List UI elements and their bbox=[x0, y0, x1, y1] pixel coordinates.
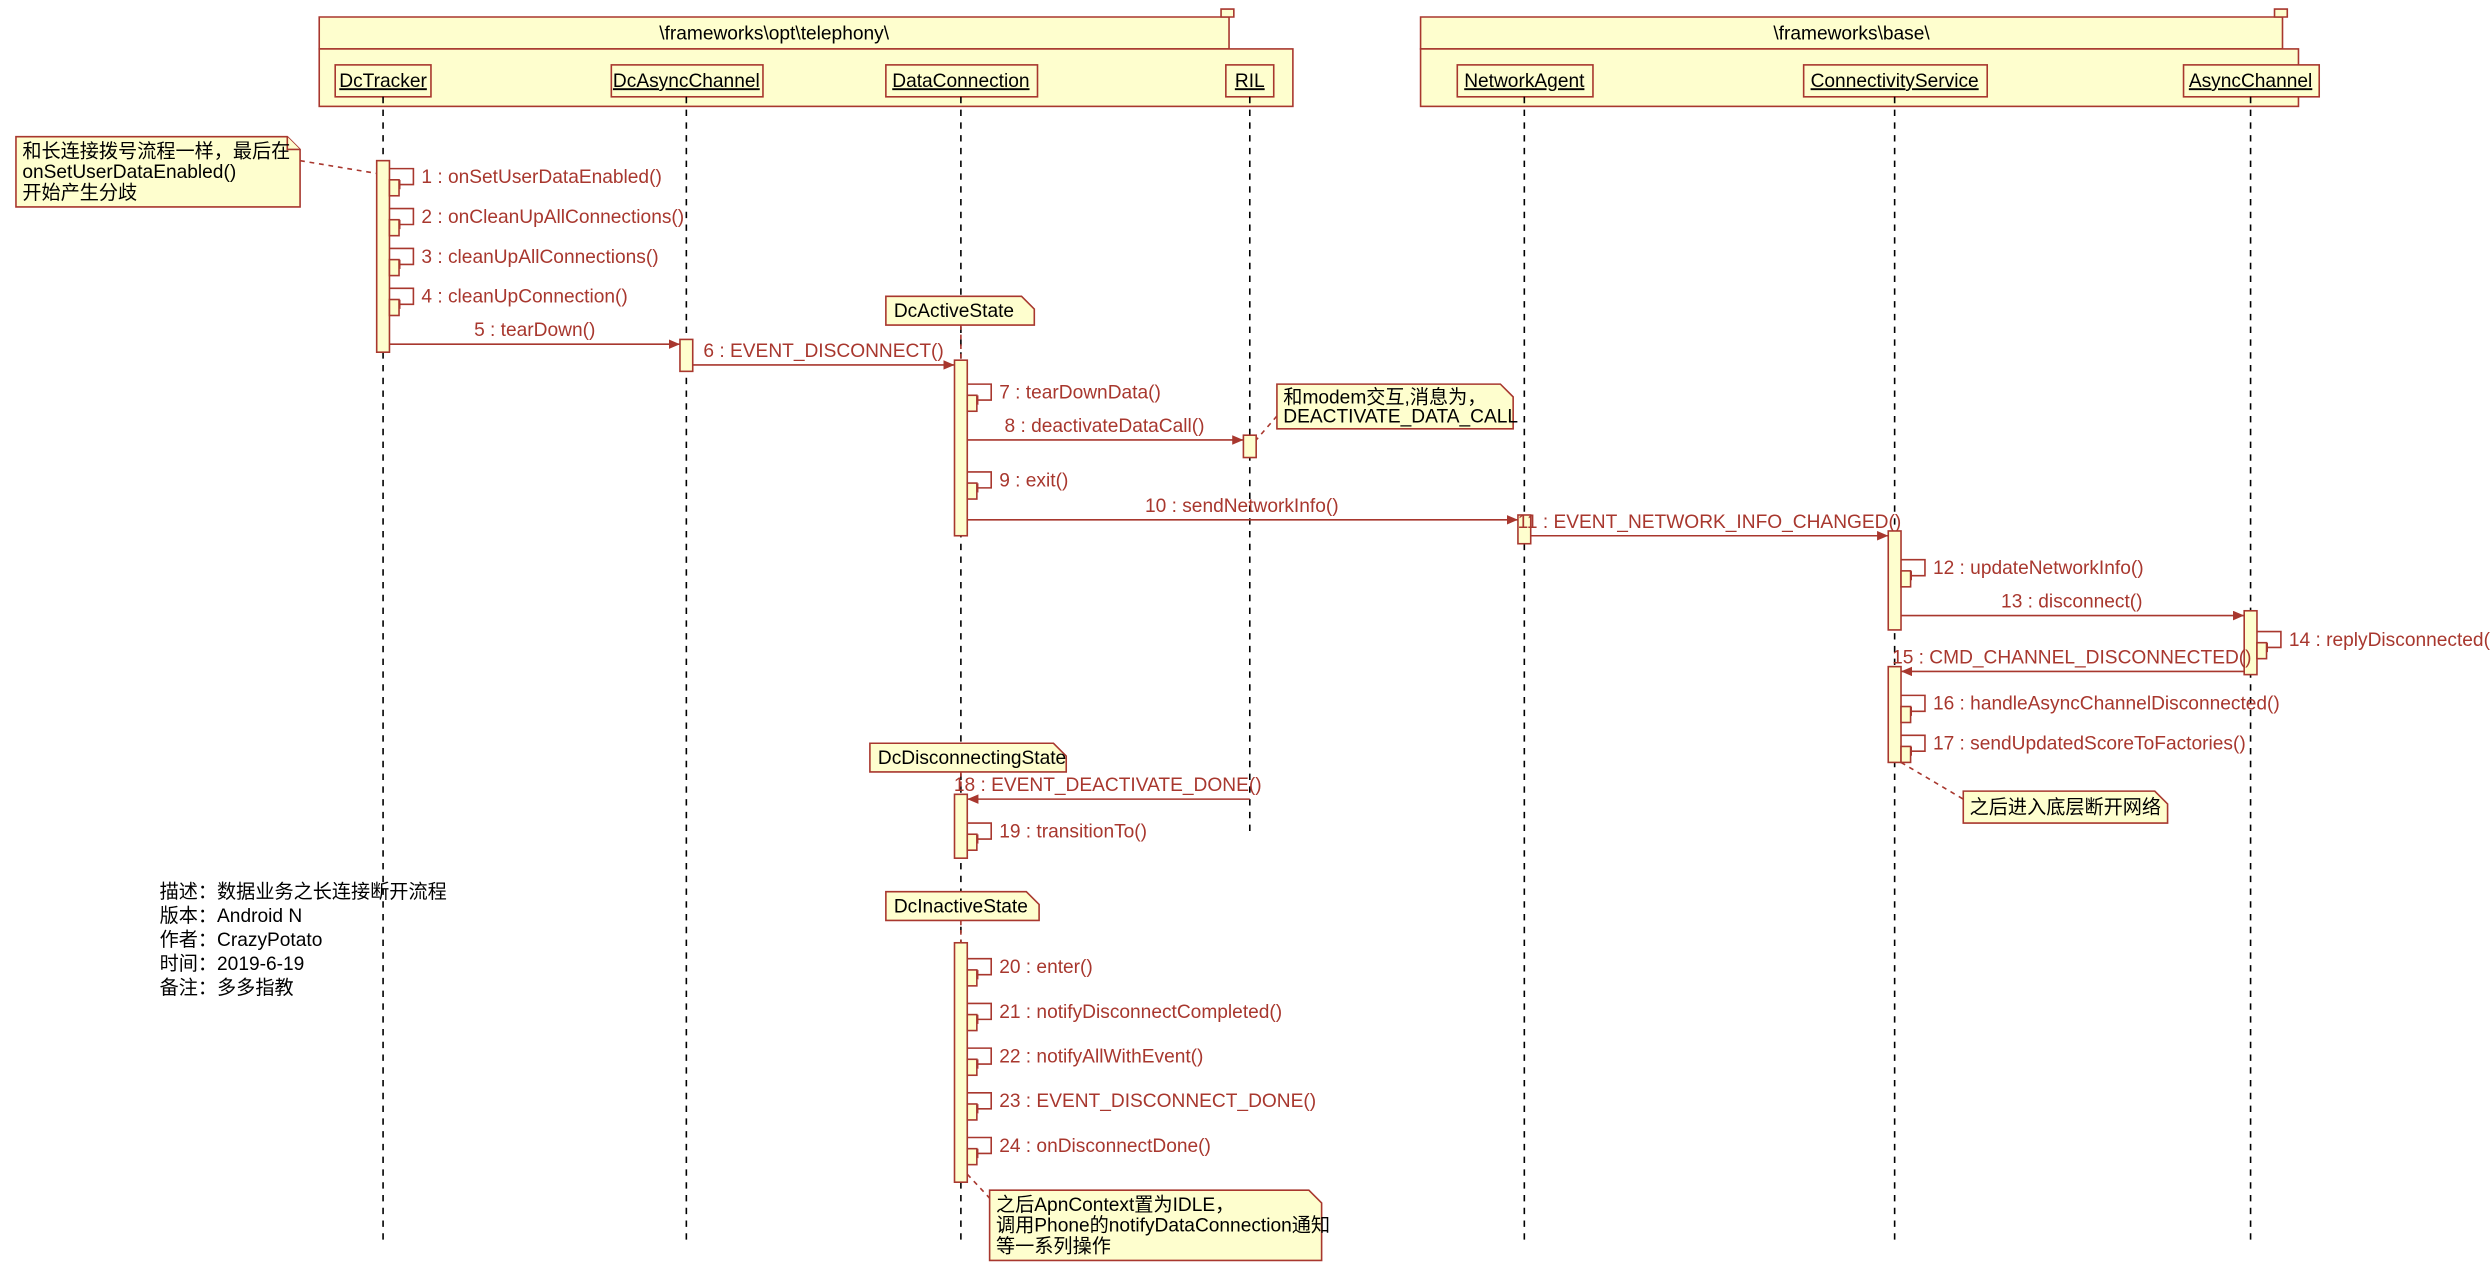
meta-line5: 备注：多多指教 bbox=[160, 977, 294, 999]
msg-9-label: 9 : exit() bbox=[999, 470, 1068, 491]
note-4-line3: 等一系列操作 bbox=[996, 1235, 1111, 1257]
msg-11-label: 11 : EVENT_NETWORK_INFO_CHANGED() bbox=[1518, 512, 1902, 533]
msg-11: 11 : EVENT_NETWORK_INFO_CHANGED() bbox=[1518, 512, 1902, 630]
msg-7-label: 7 : tearDownData() bbox=[999, 382, 1161, 403]
note-3-text: 之后进入底层断开网络 bbox=[1970, 796, 2161, 818]
msg-20: 20 : enter() bbox=[967, 957, 1093, 986]
state-dcdisconnectingstate-label: DcDisconnectingState bbox=[878, 748, 1066, 769]
msg-5: 5 : tearDown() bbox=[389, 320, 692, 371]
note-4-line2: 调用Phone的notifyDataConnection通知 bbox=[996, 1215, 1330, 1237]
state-dcinactivestate-label: DcInactiveState bbox=[894, 896, 1028, 917]
msg-18-label: 18 : EVENT_DEACTIVATE_DONE() bbox=[954, 775, 1262, 796]
lifeline-label-dcasyncchannel: DcAsyncChannel bbox=[613, 71, 760, 92]
msg-13-label: 13 : disconnect() bbox=[2001, 592, 2143, 613]
package-telephony: \frameworks\opt\telephony\ bbox=[319, 9, 1293, 106]
msg-8: 8 : deactivateDataCall() bbox=[967, 416, 1256, 458]
msg-4: 4 : cleanUpConnection() bbox=[389, 287, 627, 316]
lifeline-label-asyncchannel: AsyncChannel bbox=[2189, 71, 2312, 92]
lifeline-label-ril: RIL bbox=[1235, 71, 1265, 92]
activation-dctracker bbox=[377, 161, 390, 353]
lifeline-label-dctracker: DcTracker bbox=[339, 71, 427, 92]
msg-7: 7 : tearDownData() bbox=[967, 382, 1161, 411]
meta-line4: 时间：2019-6-19 bbox=[160, 953, 305, 975]
msg-17: 17 : sendUpdatedScoreToFactories() bbox=[1901, 734, 2246, 763]
note-4: 之后ApnContext置为IDLE， 调用Phone的notifyDataCo… bbox=[967, 1174, 1330, 1260]
lifeline-label-connectivityservice: ConnectivityService bbox=[1811, 71, 1979, 92]
note-1: 和长连接拨号流程一样，最后在 onSetUserDataEnabled() 开始… bbox=[16, 137, 377, 207]
meta-line2: 版本：Android N bbox=[160, 905, 303, 927]
state-dcinactivestate: DcInactiveState bbox=[886, 892, 1039, 943]
msg-20-label: 20 : enter() bbox=[999, 957, 1093, 978]
msg-9: 9 : exit() bbox=[967, 470, 1068, 499]
msg-18: 18 : EVENT_DEACTIVATE_DONE() bbox=[954, 775, 1262, 858]
msg-24-label: 24 : onDisconnectDone() bbox=[999, 1136, 1211, 1157]
msg-6-label: 6 : EVENT_DISCONNECT() bbox=[703, 341, 943, 362]
msg-14: 14 : replyDisconnected() bbox=[2257, 630, 2490, 659]
msg-22-label: 22 : notifyAllWithEvent() bbox=[999, 1046, 1203, 1067]
msg-1-label: 1 : onSetUserDataEnabled() bbox=[421, 167, 661, 188]
msg-8-label: 8 : deactivateDataCall() bbox=[1005, 416, 1205, 437]
msg-19: 19 : transitionTo() bbox=[967, 821, 1147, 850]
msg-3-label: 3 : cleanUpAllConnections() bbox=[421, 247, 658, 268]
note-3: 之后进入底层断开网络 bbox=[1901, 762, 2168, 823]
msg-2-label: 2 : onCleanUpAllConnections() bbox=[421, 207, 684, 228]
msg-12: 12 : updateNetworkInfo() bbox=[1901, 558, 2144, 587]
note-2: 和modem交互,消息为， DEACTIVATE_DATA_CALL bbox=[1256, 384, 1518, 440]
msg-2: 2 : onCleanUpAllConnections() bbox=[389, 207, 684, 236]
msg-24: 24 : onDisconnectDone() bbox=[967, 1136, 1211, 1165]
note-1-line3: 开始产生分歧 bbox=[22, 182, 137, 204]
meta-line3: 作者：CrazyPotato bbox=[160, 929, 323, 951]
msg-3: 3 : cleanUpAllConnections() bbox=[389, 247, 658, 276]
activation-inactive bbox=[955, 943, 968, 1182]
msg-5-label: 5 : tearDown() bbox=[474, 320, 595, 341]
note-1-line2: onSetUserDataEnabled() bbox=[22, 162, 236, 183]
package-telephony-label: \frameworks\opt\telephony\ bbox=[659, 23, 889, 44]
metadata-block: 描述：数据业务之长连接断开流程 版本：Android N 作者：CrazyPot… bbox=[160, 881, 447, 999]
note-1-line1: 和长连接拨号流程一样，最后在 bbox=[22, 140, 290, 162]
package-base-label: \frameworks\base\ bbox=[1773, 23, 1930, 44]
msg-17-label: 17 : sendUpdatedScoreToFactories() bbox=[1933, 734, 2246, 755]
note-2-line2: DEACTIVATE_DATA_CALL bbox=[1283, 406, 1518, 427]
msg-15-label: 15 : CMD_CHANNEL_DISCONNECTED() bbox=[1892, 647, 2251, 668]
msg-19-label: 19 : transitionTo() bbox=[999, 821, 1147, 842]
msg-6: 6 : EVENT_DISCONNECT() bbox=[693, 341, 968, 536]
lifeline-label-networkagent: NetworkAgent bbox=[1464, 71, 1585, 92]
msg-22: 22 : notifyAllWithEvent() bbox=[967, 1046, 1203, 1075]
msg-23-label: 23 : EVENT_DISCONNECT_DONE() bbox=[999, 1091, 1316, 1112]
msg-4-label: 4 : cleanUpConnection() bbox=[421, 287, 627, 308]
lifeline-head-networkagent: NetworkAgent bbox=[1457, 65, 1593, 1246]
msg-21-label: 21 : notifyDisconnectCompleted() bbox=[999, 1002, 1282, 1023]
msg-14-label: 14 : replyDisconnected() bbox=[2289, 630, 2490, 651]
msg-1: 1 : onSetUserDataEnabled() bbox=[389, 167, 661, 196]
msg-12-label: 12 : updateNetworkInfo() bbox=[1933, 558, 2144, 579]
lifeline-label-dataconnection: DataConnection bbox=[892, 71, 1029, 92]
note-2-line1: 和modem交互,消息为， bbox=[1283, 386, 1486, 408]
msg-16-label: 16 : handleAsyncChannelDisconnected() bbox=[1933, 694, 2280, 715]
lifeline-head-dcasyncchannel: DcAsyncChannel bbox=[611, 65, 763, 1246]
msg-21: 21 : notifyDisconnectCompleted() bbox=[967, 1002, 1282, 1031]
msg-16: 16 : handleAsyncChannelDisconnected() bbox=[1901, 694, 2280, 723]
msg-10-label: 10 : sendNetworkInfo() bbox=[1145, 496, 1339, 517]
sequence-diagram: \frameworks\opt\telephony\ \frameworks\b… bbox=[0, 0, 2490, 1279]
note-4-line1: 之后ApnContext置为IDLE， bbox=[996, 1194, 1234, 1216]
state-dcactivestate-label: DcActiveState bbox=[894, 301, 1014, 322]
meta-line1: 描述：数据业务之长连接断开流程 bbox=[160, 881, 447, 903]
msg-23: 23 : EVENT_DISCONNECT_DONE() bbox=[967, 1091, 1316, 1120]
